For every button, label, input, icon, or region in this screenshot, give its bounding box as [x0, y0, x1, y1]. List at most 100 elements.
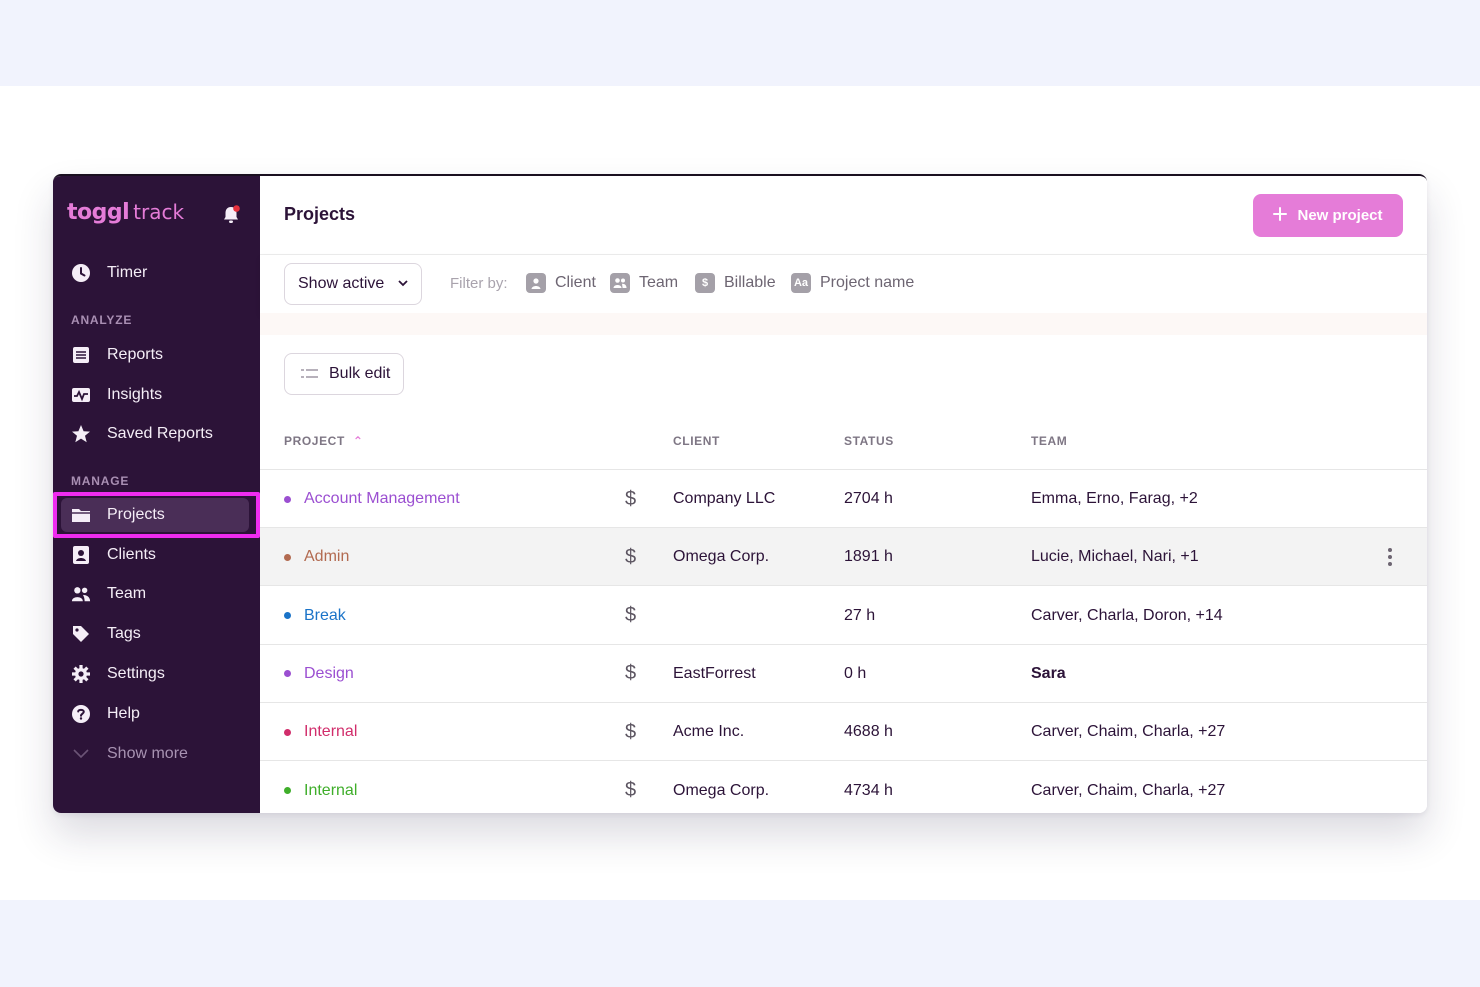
main-content: Projects New project Show active Filter …: [260, 176, 1427, 813]
new-project-button[interactable]: New project: [1253, 194, 1403, 237]
reports-icon: [71, 345, 91, 365]
table-row[interactable]: Internal $ Omega Corp. 4734 h Carver, Chaim,…: [260, 762, 1427, 814]
project-name[interactable]: Admin: [304, 548, 349, 566]
client-cell: Acme Inc.: [673, 723, 745, 741]
billable-dollar-icon[interactable]: $: [625, 762, 636, 814]
team-cell: Sara: [1031, 664, 1066, 682]
filter-client[interactable]: Client: [526, 271, 596, 295]
sidebar-item-team[interactable]: Team: [61, 577, 249, 611]
new-project-label: New project: [1297, 207, 1383, 224]
project-name[interactable]: Break: [304, 607, 346, 625]
sidebar-item-help[interactable]: Help: [61, 697, 249, 731]
status-cell: 4734 h: [844, 781, 893, 799]
client-card-icon: [71, 545, 91, 565]
filter-shadow-band: [260, 313, 1427, 335]
table-row[interactable]: Internal $ Acme Inc. 4688 h Carver, Chaim, C…: [260, 703, 1427, 762]
filter-team[interactable]: Team: [610, 271, 678, 295]
project-color-dot: [284, 787, 291, 794]
bulk-edit-button[interactable]: Bulk edit: [284, 353, 404, 395]
project-name[interactable]: Internal: [304, 723, 357, 741]
sidebar-item-label: Insights: [107, 386, 163, 403]
column-header-project[interactable]: PROJECT ⌃: [284, 434, 364, 448]
project-name[interactable]: Account Management: [304, 490, 460, 508]
gear-icon: [71, 664, 91, 684]
sidebar-item-label: Reports: [107, 346, 164, 363]
billable-dollar-icon[interactable]: $: [625, 645, 636, 703]
bulk-edit-label: Bulk edit: [329, 365, 391, 382]
table-row[interactable]: Account Management $ Company LLC 2704 h Emma…: [260, 470, 1427, 528]
project-cell[interactable]: Design: [284, 645, 354, 703]
team-cell: Lucie, Michael, Nari, +1: [1031, 548, 1199, 566]
client-cell: Omega Corp.: [673, 781, 770, 799]
project-cell[interactable]: Break: [284, 587, 346, 645]
client-cell: EastForrest: [673, 664, 756, 682]
project-cell[interactable]: Account Management: [284, 470, 460, 528]
column-header-label: PROJECT: [284, 434, 345, 448]
insights-icon: [71, 385, 91, 405]
help-icon: [71, 704, 91, 724]
project-cell[interactable]: Internal: [284, 762, 357, 814]
plus-icon: [1273, 206, 1288, 225]
project-color-dot: [284, 612, 291, 620]
filter-label: Project name: [820, 274, 915, 291]
filter-project-name[interactable]: Aa Project name: [791, 271, 914, 295]
sidebar-item-clients[interactable]: Clients: [61, 538, 249, 572]
sidebar-item-timer[interactable]: Timer: [61, 256, 249, 290]
sidebar-item-label: Clients: [107, 546, 156, 563]
project-cell[interactable]: Admin: [284, 528, 349, 586]
billable-dollar-icon[interactable]: $: [625, 703, 636, 761]
more-options-icon[interactable]: [1388, 528, 1392, 586]
logo-brand: toggl: [67, 200, 130, 225]
page-background: toggl track Timer ANALYZE Reports Insigh…: [0, 86, 1480, 900]
column-header-status[interactable]: STATUS: [844, 434, 894, 448]
table-row[interactable]: Design $ EastForrest 0 h Sara: [260, 645, 1427, 703]
team-icon: [71, 584, 91, 604]
sidebar-item-settings[interactable]: Settings: [61, 657, 249, 691]
table-row[interactable]: Admin $ Omega Corp. 1891 h Lucie, Michael, N…: [260, 528, 1427, 587]
status-cell: 0 h: [844, 664, 867, 682]
billable-dollar-icon[interactable]: $: [625, 528, 636, 586]
sort-ascending-icon: ⌃: [352, 434, 364, 448]
app-window: toggl track Timer ANALYZE Reports Insigh…: [53, 174, 1427, 813]
project-name[interactable]: Design: [304, 665, 354, 683]
filter-label: Team: [639, 274, 679, 291]
chevron-down-icon: [398, 279, 408, 290]
column-header-team[interactable]: TEAM: [1031, 434, 1067, 448]
filter-by-label: Filter by:: [450, 275, 508, 292]
billable-dollar-icon[interactable]: $: [625, 587, 636, 645]
column-header-client[interactable]: CLIENT: [673, 434, 720, 448]
status-select[interactable]: Show active: [284, 263, 422, 305]
status-cell: 27 h: [844, 606, 876, 624]
sidebar-item-label: Tags: [107, 625, 141, 642]
tag-icon: [71, 624, 91, 644]
show-more-toggle[interactable]: Show more: [61, 737, 249, 771]
sidebar-item-tags[interactable]: Tags: [61, 617, 249, 651]
page-title: Projects: [284, 204, 356, 224]
table-row[interactable]: Break $27 h Carver, Charla, Doron, +14: [260, 587, 1427, 645]
show-more-label: Show more: [107, 745, 188, 762]
sidebar-item-label: Timer: [107, 264, 148, 281]
status-cell: 4688 h: [844, 723, 893, 741]
project-name[interactable]: Internal: [304, 782, 357, 800]
sidebar-item-saved-reports[interactable]: Saved Reports: [61, 417, 249, 451]
sidebar-item-label: Help: [107, 705, 140, 722]
team-cell: Carver, Chaim, Charla, +27: [1031, 723, 1226, 741]
sidebar-item-reports[interactable]: Reports: [61, 338, 249, 372]
sidebar-item-projects[interactable]: Projects: [61, 498, 249, 532]
chevron-down-icon: [71, 744, 91, 764]
team-cell: Carver, Charla, Doron, +14: [1031, 606, 1223, 624]
filter-bar: Show active Filter by: Client Team $ Bil…: [260, 255, 1427, 313]
sidebar-item-label: Projects: [107, 506, 165, 523]
team-cell: Emma, Erno, Farag, +2: [1031, 490, 1198, 507]
notifications-bell-icon[interactable]: [221, 204, 241, 226]
project-cell[interactable]: Internal: [284, 703, 357, 761]
filter-billable[interactable]: $ Billable: [695, 271, 776, 295]
billable-dollar-icon[interactable]: $: [625, 470, 636, 528]
star-icon: [71, 424, 91, 444]
sidebar-item-label: Settings: [107, 665, 165, 682]
project-name-icon: Aa: [791, 273, 811, 293]
sidebar-item-insights[interactable]: Insights: [61, 378, 249, 412]
page-header: Projects New project: [260, 176, 1427, 255]
app-logo[interactable]: toggl track: [67, 200, 184, 230]
section-label-analyze: ANALYZE: [71, 313, 133, 327]
